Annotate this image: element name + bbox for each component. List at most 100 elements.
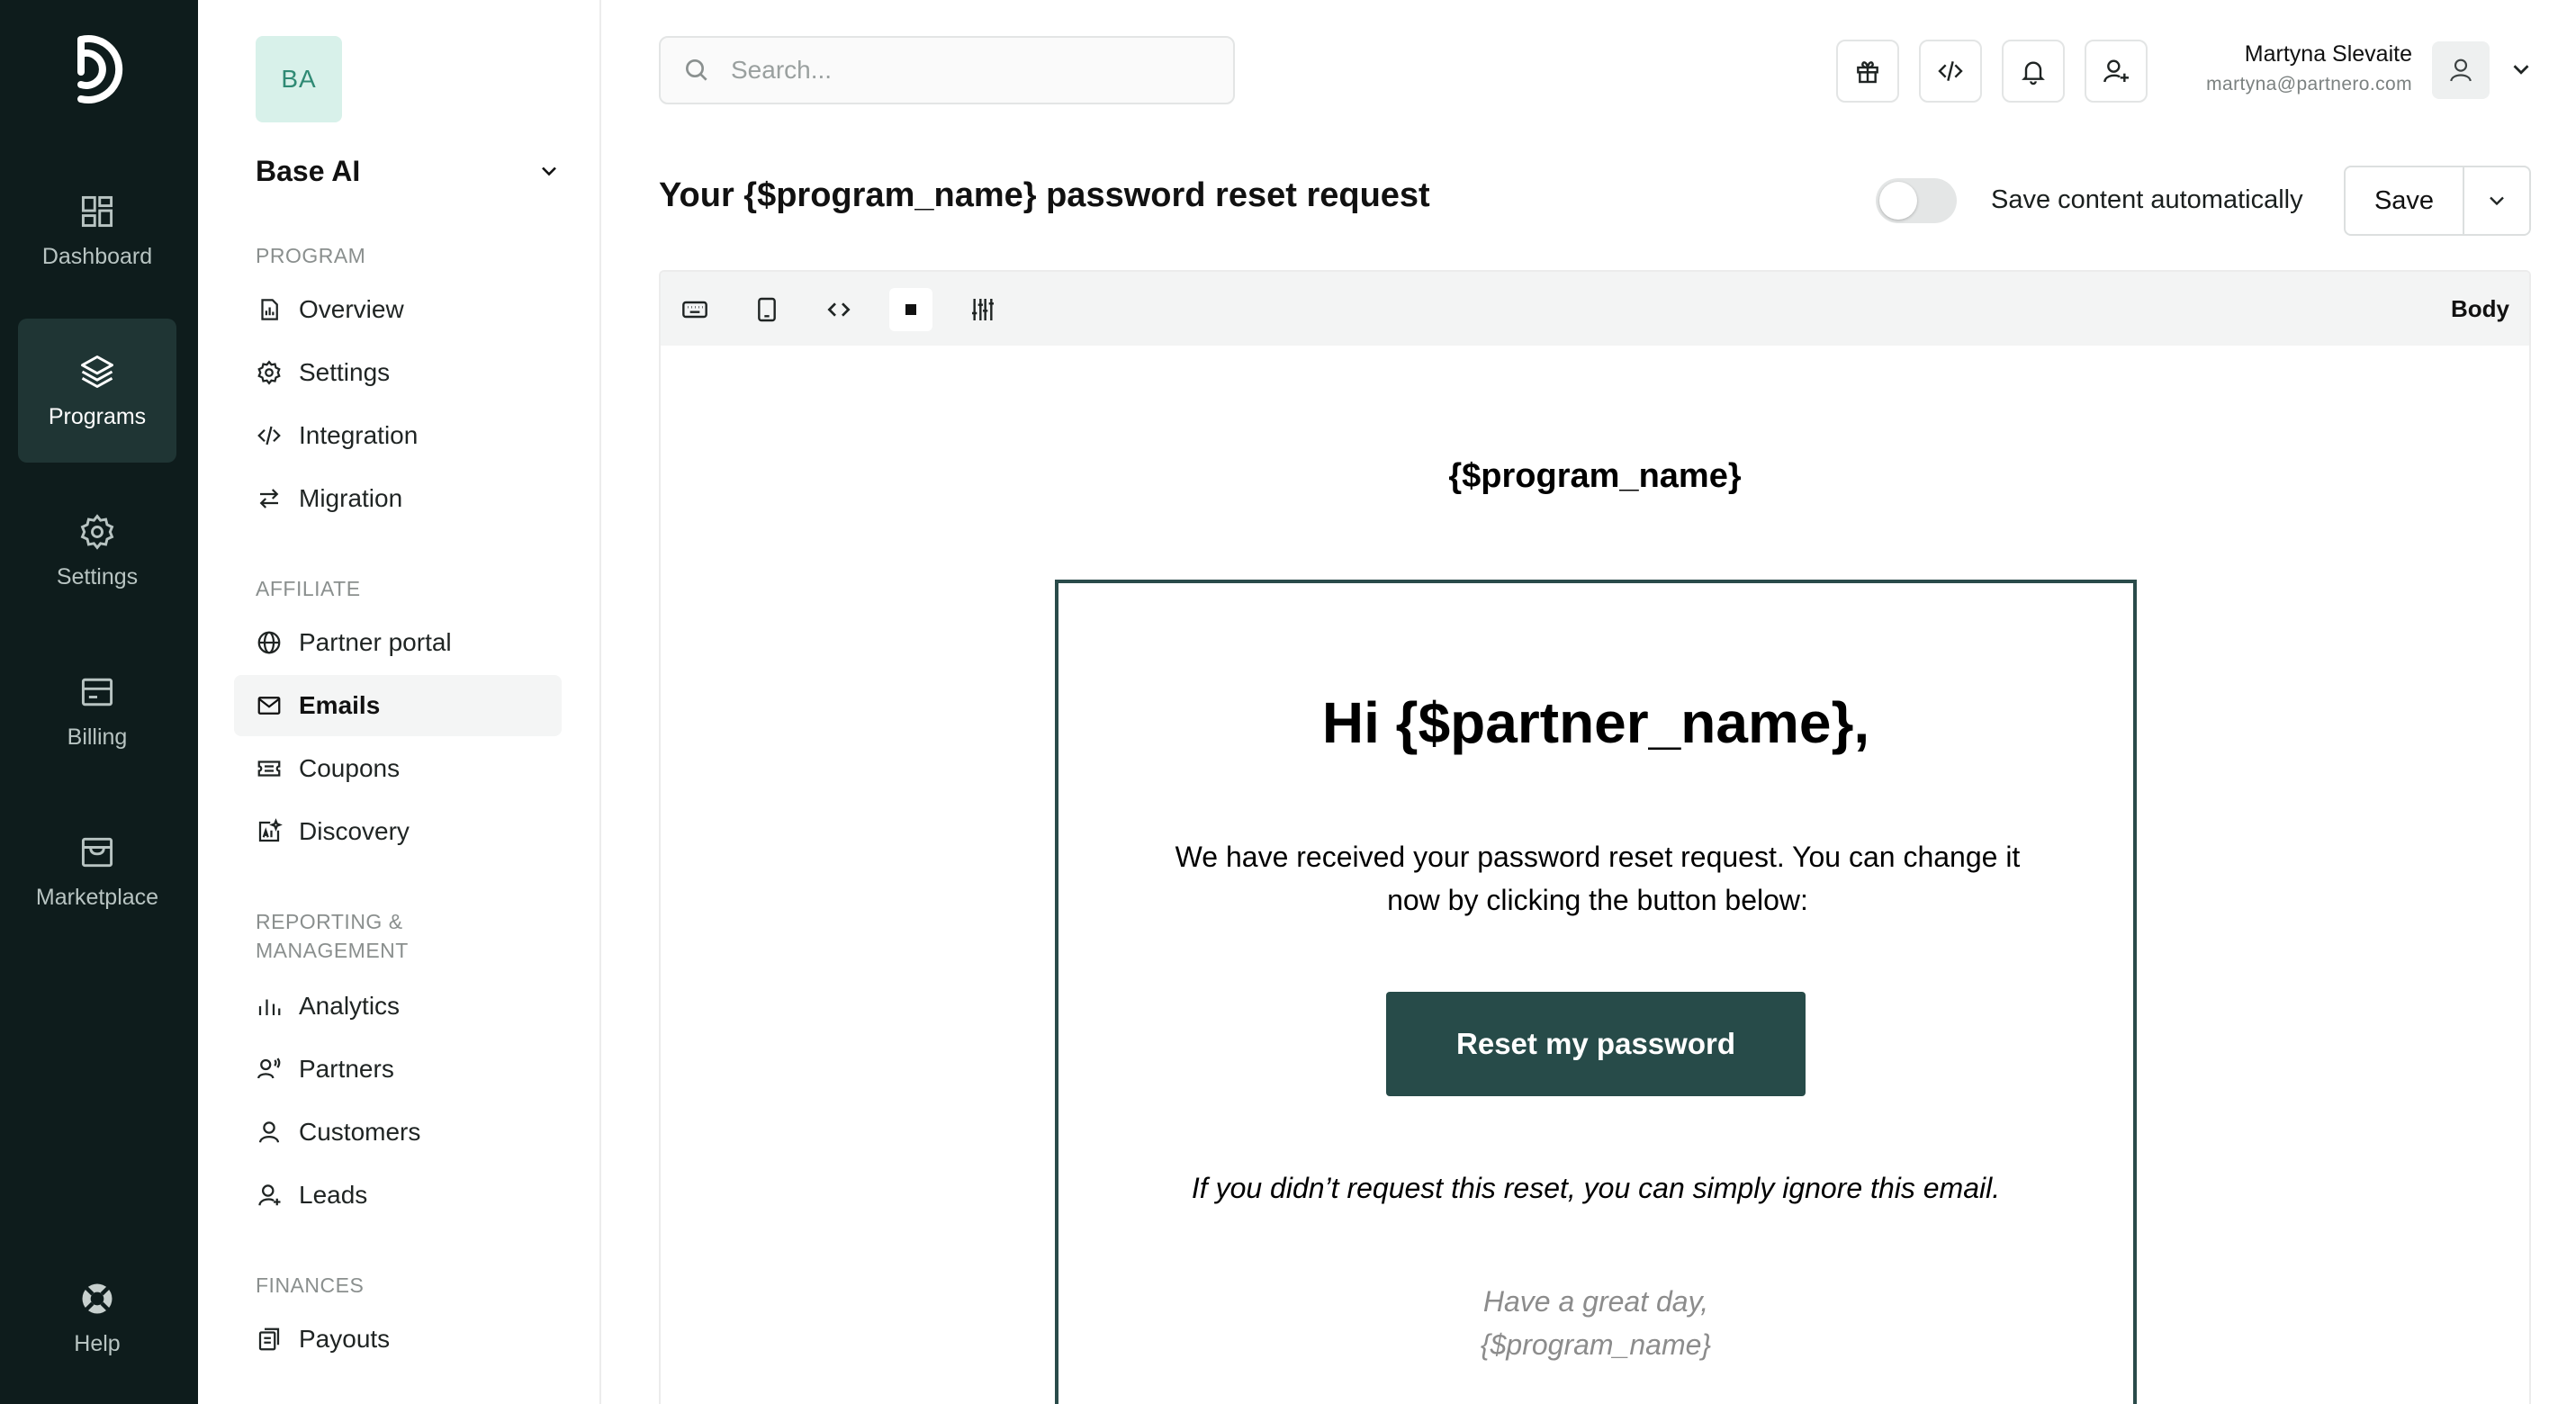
partnero-logo-icon[interactable]	[68, 32, 130, 106]
customers-icon	[258, 1121, 280, 1143]
toggle-knob	[1879, 182, 1917, 220]
sidebar-item-integration[interactable]: Integration	[234, 405, 562, 466]
email-editor: Body {$program_name} Hi {$partner_name},…	[659, 270, 2531, 1404]
sidebar-item-label: Customers	[299, 1118, 421, 1146]
sidebar-item-label: Overview	[299, 295, 404, 323]
search-input[interactable]	[731, 56, 1199, 85]
user-email: martyna@partnero.com	[2206, 74, 2412, 94]
reset-password-button[interactable]: Reset my password	[1386, 992, 1806, 1096]
email-brand-name[interactable]: {$program_name}	[661, 457, 2529, 496]
email-canvas[interactable]: {$program_name} Hi {$partner_name}, We h…	[661, 346, 2529, 1404]
developer-button[interactable]	[1919, 40, 1982, 103]
sliders-icon	[972, 299, 994, 320]
sidebar-item-customers[interactable]: Customers	[234, 1102, 562, 1163]
square-icon	[905, 304, 916, 315]
keyboard-icon	[682, 301, 707, 319]
sidebar-item-label: Partners	[299, 1055, 394, 1083]
sidebar-item-discovery[interactable]: Discovery	[234, 801, 562, 862]
sidebar-item-migration[interactable]: Migration	[234, 468, 562, 529]
block-view-button[interactable]	[889, 288, 932, 331]
notifications-button[interactable]	[2002, 40, 2065, 103]
mail-icon	[257, 697, 281, 715]
autosave-label: Save content automatically	[1991, 185, 2303, 214]
ai-discovery-icon	[258, 818, 283, 842]
rail-item-label: Marketplace	[35, 884, 159, 910]
section-title-finances: FINANCES	[256, 1274, 365, 1297]
save-options-button[interactable]	[2464, 167, 2529, 234]
sidebar-item-label: Settings	[299, 358, 391, 386]
partners-icon	[257, 1058, 281, 1079]
rail-item-help[interactable]: Help	[18, 1246, 176, 1390]
email-card[interactable]: Hi {$partner_name}, We have received you…	[1055, 580, 2137, 1404]
invite-user-button[interactable]	[2085, 40, 2148, 103]
style-settings-button[interactable]	[961, 288, 1004, 331]
chevron-down-icon	[2490, 196, 2504, 206]
email-signoff[interactable]: Have a great day,	[1058, 1285, 2133, 1318]
section-title-reporting: REPORTING & MANAGEMENT	[256, 907, 409, 965]
email-greeting[interactable]: Hi {$partner_name},	[1058, 689, 2133, 756]
section-title-line: REPORTING &	[256, 910, 403, 933]
email-ignore-note[interactable]: If you didn’t request this reset, you ca…	[1058, 1172, 2133, 1205]
rail-item-label: Dashboard	[41, 243, 153, 269]
sidebar-item-partner-portal[interactable]: Partner portal	[234, 612, 562, 673]
page-title: Your {$program_name} password reset requ…	[659, 176, 1430, 214]
user-name: Martyna Slevaite	[2244, 41, 2412, 67]
rail-item-dashboard[interactable]: Dashboard	[18, 158, 176, 302]
search-box[interactable]	[659, 36, 1235, 104]
org-switcher[interactable]: Base AI	[256, 149, 562, 193]
main-nav-rail: Dashboard Programs Settings Billing Mark…	[0, 0, 198, 1404]
sidebar-item-partners[interactable]: Partners	[234, 1039, 562, 1100]
chevron-down-icon[interactable]	[2508, 56, 2535, 83]
sidebar-item-settings[interactable]: Settings	[234, 342, 562, 403]
sidebar-item-label: Emails	[299, 691, 381, 719]
rail-item-label: Help	[74, 1330, 121, 1356]
org-avatar[interactable]: BA	[256, 36, 342, 122]
save-button-group: Save	[2344, 166, 2531, 236]
email-body-text[interactable]: We have received your password reset req…	[1157, 835, 2038, 922]
sidebar-item-coupons[interactable]: Coupons	[234, 738, 562, 799]
billing-icon	[81, 678, 113, 706]
mobile-preview-button[interactable]	[745, 288, 788, 331]
rail-item-marketplace[interactable]: Marketplace	[18, 799, 176, 943]
toolbar-body-label[interactable]: Body	[2451, 295, 2509, 323]
rail-item-label: Billing	[67, 724, 128, 750]
sidebar-item-label: Partner portal	[299, 628, 452, 656]
rail-item-settings[interactable]: Settings	[18, 479, 176, 623]
arrows-swap-icon	[259, 489, 279, 508]
sidebar-item-label: Analytics	[299, 992, 401, 1020]
sidebar-item-label: Integration	[299, 421, 419, 449]
user-avatar[interactable]	[2432, 41, 2490, 99]
sidebar-item-label: Migration	[299, 484, 403, 512]
rail-item-label: Settings	[56, 563, 139, 590]
keyboard-tool-button[interactable]	[673, 288, 716, 331]
save-button[interactable]: Save	[2346, 167, 2464, 234]
code-icon	[1938, 61, 1963, 81]
sidebar-item-overview[interactable]: Overview	[234, 279, 562, 340]
gift-button[interactable]	[1836, 40, 1899, 103]
code-icon	[257, 426, 281, 446]
layers-icon	[81, 355, 113, 388]
section-title-affiliate: AFFILIATE	[256, 577, 361, 600]
editor-toolbar: Body	[661, 272, 2529, 346]
lead-icon	[258, 1184, 281, 1206]
code-view-button[interactable]	[817, 288, 860, 331]
dashboard-icon	[81, 195, 113, 227]
rail-item-billing[interactable]: Billing	[18, 639, 176, 783]
sidebar-item-analytics[interactable]: Analytics	[234, 976, 562, 1037]
coupon-icon	[257, 760, 281, 777]
user-icon	[2450, 58, 2472, 82]
gift-icon	[1857, 61, 1878, 84]
sidebar-item-payouts[interactable]: Payouts	[234, 1309, 562, 1370]
sidebar-item-leads[interactable]: Leads	[234, 1165, 562, 1226]
code-icon	[827, 302, 851, 317]
autosave-toggle[interactable]	[1876, 178, 1957, 223]
tablet-icon	[758, 297, 776, 322]
sidebar-item-emails[interactable]: Emails	[234, 675, 562, 736]
section-title-program: PROGRAM	[256, 244, 366, 267]
rail-item-programs[interactable]: Programs	[18, 319, 176, 463]
program-sidebar: BA Base AI PROGRAM Overview Settings Int…	[198, 0, 601, 1404]
email-signoff-brand[interactable]: {$program_name}	[1058, 1328, 2133, 1362]
org-name: Base AI	[256, 154, 361, 187]
bell-icon	[2022, 61, 2045, 86]
globe-icon	[257, 631, 281, 654]
